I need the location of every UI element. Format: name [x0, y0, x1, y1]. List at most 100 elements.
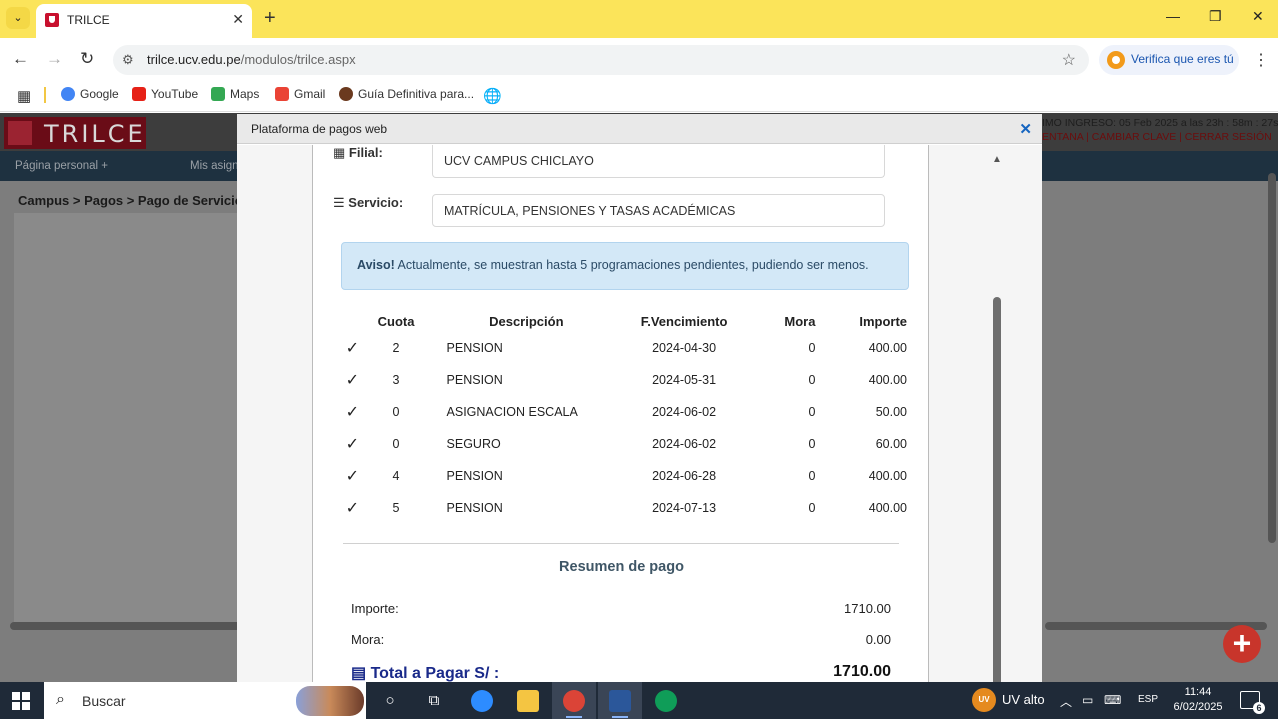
- logo-text: TRILCE: [44, 120, 146, 148]
- total-label: Total a Pagar S/ :: [370, 665, 500, 682]
- mora-row: Mora: 0.00: [351, 632, 891, 647]
- add-fab-button[interactable]: +: [1223, 625, 1261, 663]
- checkmark-icon[interactable]: ✓: [337, 428, 368, 460]
- table-row[interactable]: ✓ 5 PENSION 2024-07-13 0 400.00: [337, 492, 907, 524]
- youtube-icon: [132, 87, 146, 101]
- verify-button[interactable]: Verifica que eres tú: [1099, 45, 1239, 75]
- modal-gutter-right: [929, 145, 1042, 682]
- cell-mora: 0: [808, 373, 816, 387]
- modal-scrollbar[interactable]: ▲: [991, 154, 1003, 687]
- new-tab-button[interactable]: +: [264, 8, 276, 28]
- table-row[interactable]: ✓ 0 SEGURO 2024-06-02 0 60.00: [337, 428, 907, 460]
- windows-start-icon[interactable]: [12, 692, 30, 710]
- apps-grid-icon[interactable]: ▦: [17, 87, 31, 105]
- table-row[interactable]: ✓ 0 ASIGNACION ESCALA 2024-06-02 0 50.00: [337, 396, 907, 428]
- cell-importe: 50.00: [875, 405, 907, 419]
- browser-tab[interactable]: TRILCE ✕: [36, 4, 252, 38]
- address-bar[interactable]: ⚙ trilce.ucv.edu.pe/modulos/trilce.aspx …: [113, 45, 1089, 75]
- back-icon[interactable]: ←: [12, 49, 29, 69]
- taskbar-search[interactable]: ⌕ Buscar: [44, 682, 366, 719]
- keyboard-icon[interactable]: ⌨: [1104, 693, 1121, 707]
- bookmark-globe[interactable]: 🌐: [483, 87, 502, 105]
- payment-panel: ▦ Filial: UCV CAMPUS CHICLAYO ☰ Servicio…: [312, 145, 929, 682]
- header-links[interactable]: ENTANA | CAMBIAR CLAVE | CERRAR SESIÓN: [1042, 131, 1272, 143]
- browser-tab-strip: ⌄ TRILCE ✕ + — ❐ ✕: [0, 0, 1278, 38]
- bookmark-gmail[interactable]: Gmail: [275, 87, 325, 101]
- checkmark-icon[interactable]: ✓: [337, 492, 368, 524]
- search-highlight-image: [296, 686, 364, 716]
- alert-text: Actualmente, se muestran hasta 5 program…: [394, 258, 869, 272]
- notification-count: 6: [1253, 702, 1265, 714]
- checkmark-icon[interactable]: ✓: [337, 396, 368, 428]
- restore-icon[interactable]: ❐: [1209, 8, 1222, 25]
- cell-descripcion: ASIGNACION ESCALA: [446, 405, 578, 419]
- servicio-label-text: Servicio:: [348, 195, 404, 210]
- cell-vencimiento: 2024-05-31: [652, 373, 717, 387]
- page-vertical-scrollbar[interactable]: [1268, 173, 1276, 543]
- chrome-app-icon[interactable]: [552, 682, 596, 719]
- bookmark-google[interactable]: Google: [61, 87, 119, 101]
- bookmark-youtube-label: YouTube: [151, 87, 199, 101]
- checkmark-icon[interactable]: ✓: [337, 364, 368, 396]
- cell-cuota: 4: [392, 469, 400, 483]
- scroll-up-icon[interactable]: ▲: [992, 154, 1002, 165]
- checkmark-icon[interactable]: ✓: [337, 332, 368, 364]
- zoom-app-icon[interactable]: [460, 682, 504, 719]
- close-window-icon[interactable]: ✕: [1252, 8, 1264, 25]
- site-info-icon[interactable]: ⚙: [122, 52, 134, 68]
- bookmark-youtube[interactable]: YouTube: [132, 87, 198, 101]
- language-indicator[interactable]: ESP: [1138, 694, 1158, 705]
- servicio-label: ☰ Servicio:: [333, 195, 403, 211]
- minimize-icon[interactable]: —: [1166, 8, 1180, 24]
- task-view-icon[interactable]: ⧉: [412, 682, 456, 719]
- clock[interactable]: 11:44 6/02/2025: [1170, 685, 1226, 715]
- cell-descripcion: PENSION: [446, 341, 503, 355]
- reload-icon[interactable]: ↻: [80, 49, 94, 69]
- file-explorer-icon[interactable]: [506, 682, 550, 719]
- header-cuota: Cuota: [377, 313, 415, 329]
- cell-cuota: 5: [392, 501, 400, 515]
- bookmarks-bar: ▦ Google YouTube Maps Gmail Guía Definit…: [0, 80, 1278, 112]
- importe-value: 1710.00: [844, 601, 891, 616]
- nav-pagina-personal[interactable]: Página personal +: [15, 160, 108, 172]
- word-app-icon[interactable]: [598, 682, 642, 719]
- uv-label[interactable]: UV alto: [1002, 692, 1045, 707]
- cell-cuota: 2: [392, 341, 400, 355]
- servicio-field[interactable]: MATRÍCULA, PENSIONES Y TASAS ACADÉMICAS: [432, 194, 885, 227]
- maps-icon: [211, 87, 225, 101]
- nav-mis-asignaturas[interactable]: Mis asign: [190, 160, 239, 172]
- cell-importe: 400.00: [868, 373, 907, 387]
- table-row[interactable]: ✓ 3 PENSION 2024-05-31 0 400.00: [337, 364, 907, 396]
- bookmark-maps[interactable]: Maps: [211, 87, 259, 101]
- bookmark-google-label: Google: [80, 87, 119, 101]
- battery-icon[interactable]: ▭: [1082, 693, 1093, 707]
- chrome-app-icon-2[interactable]: [644, 682, 688, 719]
- table-row[interactable]: ✓ 4 PENSION 2024-06-28 0 400.00: [337, 460, 907, 492]
- table-header-row: Cuota Descripción F.Vencimiento Mora Imp…: [337, 310, 907, 332]
- notification-icon[interactable]: 6: [1240, 691, 1265, 714]
- tab-search-button[interactable]: ⌄: [6, 7, 30, 29]
- info-alert: Aviso! Actualmente, se muestran hasta 5 …: [341, 242, 909, 290]
- uv-weather-icon[interactable]: UV: [972, 688, 996, 712]
- checkmark-icon[interactable]: ✓: [337, 460, 368, 492]
- gmail-icon: [275, 87, 289, 101]
- table-row[interactable]: ✓ 2 PENSION 2024-04-30 0 400.00: [337, 332, 907, 364]
- tab-title: TRILCE: [67, 13, 110, 27]
- browser-menu-icon[interactable]: ⋮: [1253, 50, 1269, 70]
- bookmark-star-icon[interactable]: ☆: [1062, 50, 1076, 70]
- total-row: ▤ Total a Pagar S/ : 1710.00: [351, 663, 891, 682]
- cell-mora: 0: [808, 469, 816, 483]
- close-tab-icon[interactable]: ✕: [232, 11, 244, 28]
- search-icon: ⌕: [56, 691, 65, 708]
- importe-label: Importe:: [351, 601, 399, 616]
- scroll-thumb[interactable]: [993, 297, 1001, 687]
- bookmark-guia[interactable]: Guía Definitiva para...: [339, 87, 474, 101]
- search-placeholder: Buscar: [82, 693, 126, 709]
- cell-vencimiento: 2024-06-02: [652, 437, 717, 451]
- horizontal-scrollbar[interactable]: [10, 622, 246, 630]
- cortana-icon[interactable]: ○: [368, 682, 412, 719]
- chevron-up-icon[interactable]: ︿: [1060, 693, 1072, 710]
- forward-icon[interactable]: →: [46, 49, 63, 69]
- modal-close-icon[interactable]: ✕: [1019, 120, 1032, 138]
- filial-field[interactable]: UCV CAMPUS CHICLAYO: [432, 145, 885, 178]
